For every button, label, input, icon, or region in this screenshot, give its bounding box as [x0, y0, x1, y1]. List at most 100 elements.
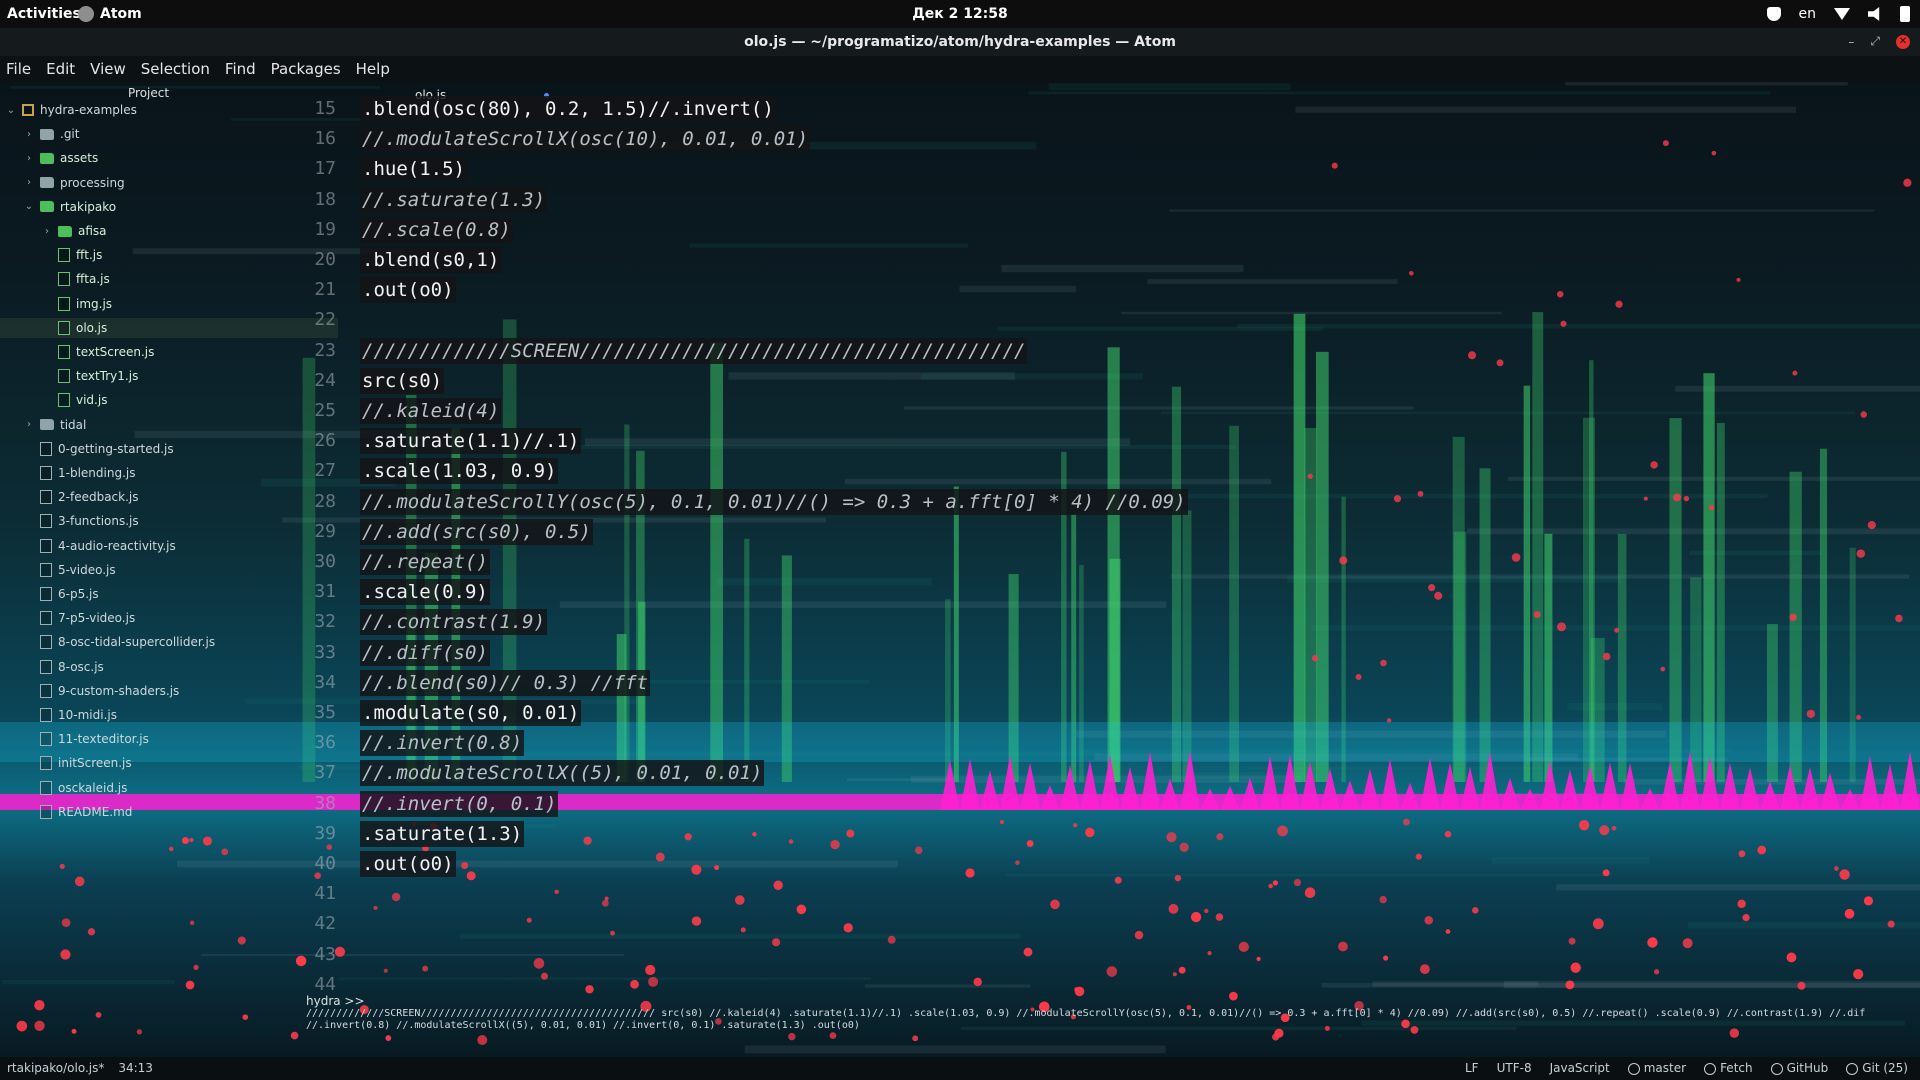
- code-line[interactable]: //.modulateScrollY(osc(5), 0.1, 0.01)//(…: [360, 488, 1188, 515]
- menu-file[interactable]: File: [0, 60, 40, 78]
- code-line[interactable]: //.kaleid(4): [360, 398, 502, 424]
- tree-item[interactable]: 3-functions.js: [0, 511, 139, 531]
- folder-icon: [40, 152, 54, 164]
- shield-icon[interactable]: [1766, 7, 1781, 21]
- tree-item[interactable]: ⌄ rtakipako: [0, 197, 116, 217]
- status-file-path[interactable]: rtakipako/olo.js*: [7, 1061, 104, 1075]
- file-icon: [58, 393, 70, 408]
- tree-item[interactable]: › processing: [0, 173, 125, 193]
- menu-view[interactable]: View: [84, 60, 135, 78]
- tree-item[interactable]: 2-feedback.js: [0, 487, 139, 507]
- tree-item[interactable]: img.js: [0, 294, 112, 314]
- tree-item[interactable]: 10-midi.js: [0, 705, 117, 725]
- tree-item[interactable]: 1-blending.js: [0, 463, 135, 483]
- code-line[interactable]: //.modulateScrollX(osc(10), 0.01, 0.01): [360, 126, 811, 153]
- tree-item[interactable]: 6-p5.js: [0, 584, 99, 604]
- tree-item[interactable]: README.md: [0, 802, 132, 822]
- status-line-ending[interactable]: LF: [1465, 1061, 1479, 1075]
- code-line[interactable]: //.add(src(s0), 0.5): [360, 518, 593, 545]
- tree-item[interactable]: 8-osc.js: [0, 657, 104, 677]
- status-encoding[interactable]: UTF-8: [1497, 1061, 1532, 1075]
- menu-edit[interactable]: Edit: [40, 60, 84, 78]
- close-icon[interactable]: ✕: [1896, 34, 1910, 49]
- chevron-icon[interactable]: ⌄: [24, 201, 34, 212]
- code-line[interactable]: //.saturate(1.3): [360, 186, 548, 213]
- file-icon: [40, 538, 52, 553]
- project-tab[interactable]: Project: [128, 86, 169, 100]
- menu-find[interactable]: Find: [219, 60, 265, 78]
- tree-item[interactable]: 4-audio-reactivity.js: [0, 536, 176, 556]
- tree-item[interactable]: 9-custom-shaders.js: [0, 681, 179, 701]
- tree-item[interactable]: textScreen.js: [0, 342, 154, 362]
- chevron-icon[interactable]: ›: [24, 419, 34, 430]
- tree-item[interactable]: › afisa: [0, 221, 107, 241]
- code-line[interactable]: //.scale(0.8): [360, 216, 513, 243]
- code-line[interactable]: .out(o0): [360, 851, 456, 877]
- code-line[interactable]: .blend(s0,1): [360, 247, 502, 273]
- chevron-icon[interactable]: ›: [24, 177, 34, 188]
- tree-item-label: initScreen.js: [58, 756, 132, 771]
- minimize-icon[interactable]: –: [1848, 35, 1854, 49]
- window-title-bar[interactable]: olo.js — ~/programatizo/atom/hydra-examp…: [0, 28, 1920, 56]
- red-dot: [1277, 825, 1288, 837]
- red-dot: [1647, 937, 1658, 948]
- chevron-icon[interactable]: ⌄: [6, 105, 16, 116]
- code-line[interactable]: .saturate(1.1)//.1): [360, 428, 582, 455]
- tree-item[interactable]: 11-texteditor.js: [0, 729, 149, 749]
- code-line[interactable]: /////////////SCREEN/////////////////////…: [360, 337, 1028, 364]
- status-branch[interactable]: master: [1627, 1061, 1686, 1075]
- code-line[interactable]: //.contrast(1.9): [360, 609, 548, 636]
- system-tray[interactable]: en: [1766, 6, 1910, 22]
- code-line[interactable]: .scale(1.03, 0.9): [360, 458, 559, 485]
- code-line[interactable]: //.modulateScrollX((5), 0.01, 0.01): [360, 760, 765, 787]
- code-line[interactable]: .blend(osc(80), 0.2, 1.5)//.invert(): [360, 96, 776, 122]
- status-cursor-position[interactable]: 34:13: [118, 1061, 153, 1075]
- tree-item[interactable]: ⌄ hydra-examples: [0, 100, 137, 120]
- status-github[interactable]: GitHub: [1770, 1061, 1828, 1075]
- volume-icon[interactable]: [1868, 7, 1880, 21]
- status-git[interactable]: Git (25): [1846, 1061, 1908, 1075]
- status-grammar[interactable]: JavaScript: [1550, 1061, 1610, 1075]
- code-line[interactable]: .hue(1.5): [360, 156, 467, 183]
- code-line[interactable]: //.invert(0.8): [360, 730, 525, 757]
- tree-item[interactable]: › tidal: [0, 415, 86, 435]
- chevron-icon[interactable]: ›: [24, 129, 34, 140]
- tree-item[interactable]: 7-p5-video.js: [0, 608, 135, 628]
- tree-item[interactable]: fft.js: [0, 245, 102, 265]
- maximize-icon[interactable]: ⤢: [1870, 34, 1880, 49]
- tree-item[interactable]: › .git: [0, 124, 79, 144]
- menu-selection[interactable]: Selection: [135, 60, 219, 78]
- code-line[interactable]: //.diff(s0): [360, 639, 490, 666]
- tree-item[interactable]: ffta.js: [0, 269, 110, 289]
- tree-item[interactable]: osckaleid.js: [0, 778, 127, 798]
- tree-item[interactable]: 5-video.js: [0, 560, 116, 580]
- chevron-icon[interactable]: ›: [42, 226, 52, 237]
- tree-item[interactable]: 8-osc-tidal-supercollider.js: [0, 632, 215, 652]
- code-line[interactable]: //.invert(0, 0.1): [360, 790, 559, 817]
- tree-item-label: 4-audio-reactivity.js: [58, 538, 176, 553]
- tree-item[interactable]: 0-getting-started.js: [0, 439, 174, 459]
- clock[interactable]: Дек 2 12:58: [0, 6, 1920, 22]
- code-line[interactable]: .out(o0): [360, 277, 456, 304]
- tree-item[interactable]: initScreen.js: [0, 753, 132, 773]
- status-fetch[interactable]: Fetch: [1704, 1061, 1753, 1075]
- red-dot: [714, 865, 720, 871]
- red-dot: [630, 979, 639, 989]
- red-dot: [540, 972, 549, 980]
- code-line[interactable]: src(s0): [360, 367, 445, 394]
- tree-item[interactable]: vid.js: [0, 390, 107, 410]
- tree-item[interactable]: olo.js: [0, 317, 338, 338]
- tree-item[interactable]: textTry1.js: [0, 366, 138, 386]
- menu-help[interactable]: Help: [350, 60, 399, 78]
- battery-icon[interactable]: [1900, 6, 1910, 22]
- language-indicator[interactable]: en: [1799, 6, 1817, 22]
- code-line[interactable]: //.blend(s0)// 0.3) //fft: [360, 669, 650, 696]
- code-line[interactable]: //.repeat(): [360, 549, 490, 575]
- chevron-icon[interactable]: ›: [24, 153, 34, 164]
- code-line[interactable]: .scale(0.9): [360, 579, 490, 606]
- wifi-icon[interactable]: [1834, 8, 1850, 20]
- tree-item[interactable]: › assets: [0, 148, 98, 168]
- code-line[interactable]: .modulate(s0, 0.01): [360, 700, 582, 726]
- menu-packages[interactable]: Packages: [265, 60, 350, 78]
- code-line[interactable]: .saturate(1.3): [360, 820, 525, 847]
